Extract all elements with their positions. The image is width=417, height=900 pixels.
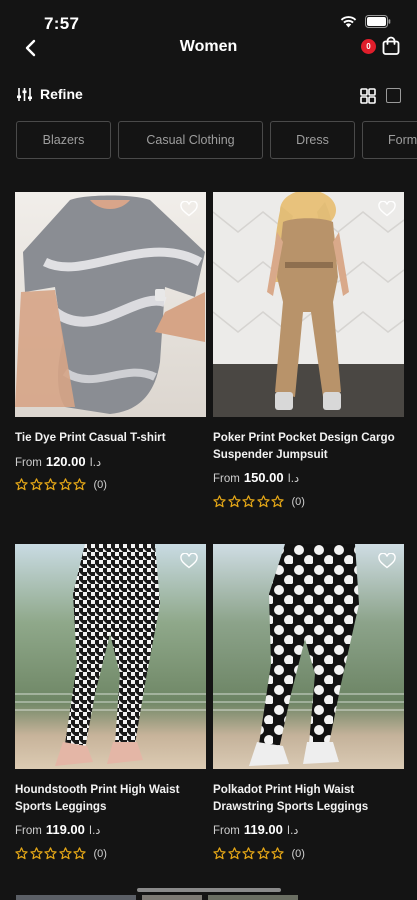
price-line: From 119.00 د.ا xyxy=(15,822,100,837)
rating: (0) xyxy=(15,478,107,491)
product-image[interactable] xyxy=(15,192,206,417)
price-amount: 150.00 xyxy=(243,470,284,485)
heart-icon[interactable] xyxy=(180,553,198,569)
star-icon xyxy=(58,847,72,860)
price-amount: 120.00 xyxy=(45,454,86,469)
chip-casual-clothing[interactable]: Casual Clothing xyxy=(118,121,263,159)
price-amount: 119.00 xyxy=(45,822,85,837)
price-prefix: From xyxy=(15,457,42,469)
home-indicator[interactable] xyxy=(137,888,281,892)
product-photo-polkadot-leggings xyxy=(213,544,404,769)
star-icon xyxy=(213,495,226,508)
filter-row: Refine xyxy=(0,82,417,110)
grid-view-icon xyxy=(360,88,376,104)
cart-button[interactable]: 0 xyxy=(361,36,401,60)
product-photo-tie-dye-tshirt xyxy=(15,192,206,417)
heart-icon[interactable] xyxy=(180,201,198,217)
star-icon xyxy=(227,495,241,508)
price-currency: د.ا xyxy=(287,473,300,485)
single-view-icon[interactable] xyxy=(386,88,401,103)
rating: (0) xyxy=(15,847,107,860)
next-product-image-peek xyxy=(16,895,136,900)
star-icon xyxy=(29,478,43,491)
star-icon xyxy=(256,495,270,508)
refine-label: Refine xyxy=(40,86,83,102)
star-icon xyxy=(58,478,72,491)
refine-sliders-icon xyxy=(17,87,32,101)
wifi-icon xyxy=(340,16,357,28)
star-icon xyxy=(44,478,57,491)
star-icon xyxy=(242,847,255,860)
chip-dress[interactable]: Dress xyxy=(270,121,355,159)
next-product-image-peek xyxy=(142,895,202,900)
star-icon xyxy=(44,847,57,860)
cart-icon xyxy=(382,36,400,55)
product-photo-cargo-jumpsuit xyxy=(213,192,404,417)
star-icon xyxy=(227,847,241,860)
price-prefix: From xyxy=(213,473,240,485)
category-chips: Blazers Casual Clothing Dress Form xyxy=(16,121,417,159)
price-currency: د.ا xyxy=(89,457,102,469)
price-line: From 150.00 د.ا xyxy=(213,470,299,485)
rating-count: (0) xyxy=(93,847,107,860)
product-name[interactable]: Poker Print Pocket Design Cargo Suspende… xyxy=(213,429,404,463)
cart-badge: 0 xyxy=(361,39,376,54)
battery-icon xyxy=(365,15,391,28)
product-photo-houndstooth-leggings xyxy=(15,544,206,769)
grid-view-button[interactable] xyxy=(360,88,376,104)
next-row-peek xyxy=(16,895,401,900)
page-title: Women xyxy=(179,38,238,55)
product-image[interactable] xyxy=(213,192,404,417)
rating-count: (0) xyxy=(291,495,305,508)
star-icon xyxy=(256,847,270,860)
next-product-image-peek xyxy=(208,895,298,900)
price-currency: د.ا xyxy=(88,825,101,837)
star-icon xyxy=(15,847,28,860)
star-icon xyxy=(15,478,28,491)
heart-icon[interactable] xyxy=(378,553,396,569)
price-amount: 119.00 xyxy=(243,822,283,837)
heart-icon[interactable] xyxy=(378,201,396,217)
rating-count: (0) xyxy=(291,847,305,860)
price-prefix: From xyxy=(213,825,240,837)
rating: (0) xyxy=(213,495,305,508)
rating: (0) xyxy=(213,847,305,860)
nav-bar: Women 0 xyxy=(0,28,417,68)
star-icon xyxy=(73,478,86,491)
chip-form[interactable]: Form xyxy=(362,121,417,159)
price-line: From 119.00 د.ا xyxy=(213,822,298,837)
product-image[interactable] xyxy=(15,544,206,769)
star-icon xyxy=(73,847,86,860)
price-prefix: From xyxy=(15,825,42,837)
chip-blazers[interactable]: Blazers xyxy=(16,121,111,159)
product-name[interactable]: Polkadot Print High Waist Drawstring Spo… xyxy=(213,781,404,815)
rating-count: (0) xyxy=(93,478,107,491)
product-name[interactable]: Houndstooth Print High Waist Sports Legg… xyxy=(15,781,206,815)
star-icon xyxy=(271,495,284,508)
star-icon xyxy=(271,847,284,860)
star-icon xyxy=(242,495,255,508)
price-currency: د.ا xyxy=(286,825,299,837)
star-icon xyxy=(213,847,226,860)
product-name[interactable]: Tie Dye Print Casual T-shirt xyxy=(15,429,206,446)
status-icons xyxy=(340,15,391,28)
refine-button[interactable]: Refine xyxy=(16,86,83,102)
star-icon xyxy=(29,847,43,860)
product-image[interactable] xyxy=(213,544,404,769)
price-line: From 120.00 د.ا xyxy=(15,454,101,469)
